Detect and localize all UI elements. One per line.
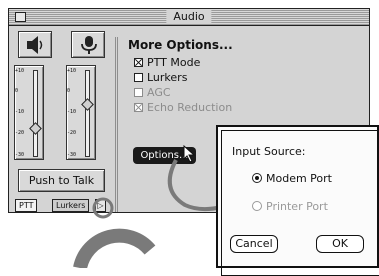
tab-ptt[interactable]: PTT [15, 199, 38, 212]
microphone-button[interactable] [71, 31, 105, 58]
slider-tick: -30 [67, 152, 77, 158]
input-source-dialog: Input Source: Modem Port Printer Port Ca… [216, 125, 379, 276]
tab-lurkers[interactable]: Lurkers [52, 199, 90, 212]
cancel-button[interactable]: Cancel [230, 235, 278, 253]
slider-tick: -20 [67, 130, 77, 136]
annotation-circle-large [73, 228, 156, 268]
checkbox-label: Lurkers [147, 71, 188, 84]
checkbox-label: AGC [147, 86, 171, 99]
window-title: Audio [166, 10, 212, 24]
checkbox-box[interactable] [134, 58, 143, 67]
close-box[interactable] [15, 12, 26, 22]
slider-track [85, 70, 90, 157]
slider-tick: -10 [67, 109, 77, 115]
speaker-button[interactable] [18, 31, 52, 58]
panel-divider [117, 37, 118, 212]
slider-tick: +10 [15, 68, 25, 74]
slider-tick: -10 [15, 109, 25, 115]
radio-printer-port[interactable]: Printer Port [252, 201, 328, 213]
checkbox-agc[interactable]: AGC [134, 87, 171, 99]
checkbox-box[interactable] [134, 103, 143, 112]
panel-divider [115, 37, 116, 212]
radio-label: Modem Port [266, 172, 332, 185]
more-options-heading: More Options... [128, 38, 233, 52]
checkbox-label: Echo Reduction [147, 101, 233, 114]
ok-button[interactable]: OK [316, 235, 364, 253]
radio-label: Printer Port [266, 200, 328, 213]
pointer-cursor-icon [183, 145, 196, 163]
slider-tick: -20 [15, 130, 25, 136]
microphone-gain-slider[interactable]: +10 0 -10 -20 -30 [66, 65, 96, 160]
slider-tick: -30 [15, 152, 25, 158]
checkbox-lurkers[interactable]: Lurkers [134, 72, 187, 84]
push-to-talk-button[interactable]: Push to Talk [18, 169, 105, 192]
checkbox-box[interactable] [134, 88, 143, 97]
speaker-volume-slider[interactable]: +10 0 -10 -20 -30 [14, 65, 44, 160]
radio-dot[interactable] [252, 201, 262, 211]
title-bar[interactable]: Audio [9, 9, 369, 26]
slider-tick: +10 [67, 68, 77, 74]
checkbox-box[interactable] [134, 73, 143, 82]
radio-dot[interactable] [252, 173, 262, 183]
checkbox-echo-reduction[interactable]: Echo Reduction [134, 102, 232, 114]
input-source-label: Input Source: [232, 145, 306, 158]
slider-thumb[interactable] [29, 122, 42, 135]
checkbox-ptt-mode[interactable]: PTT Mode [134, 57, 200, 69]
radio-modem-port[interactable]: Modem Port [252, 173, 332, 185]
tab-scroll-arrow[interactable]: ▷ [95, 199, 106, 212]
checkbox-label: PTT Mode [147, 56, 201, 69]
slider-tick: 0 [15, 88, 19, 94]
microphone-icon [81, 36, 97, 54]
slider-tick: 0 [67, 88, 71, 94]
speaker-icon [27, 36, 43, 54]
slider-thumb[interactable] [81, 98, 94, 111]
slider-track [33, 70, 38, 157]
